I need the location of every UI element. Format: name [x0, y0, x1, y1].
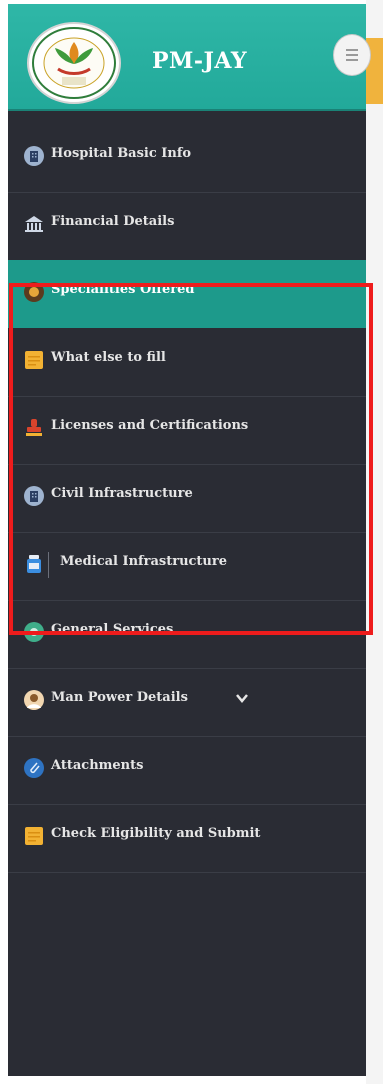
chevron-down-icon[interactable]	[235, 691, 249, 705]
stamp-icon	[26, 419, 42, 436]
sidebar-item-label: Civil Infrastructure	[51, 486, 193, 501]
sidebar-item-civil-infrastructure[interactable]: Civil Infrastructure	[8, 464, 366, 533]
services-icon	[24, 622, 44, 642]
medicine-bottle-icon	[27, 555, 41, 573]
divider	[48, 552, 49, 578]
sidebar-item-label: Check Eligibility and Submit	[51, 826, 261, 841]
app-title: PM-JAY	[152, 48, 248, 74]
sidebar-item-label: Licenses and Certifications	[51, 418, 249, 433]
sidebar-item-attachments[interactable]: Attachments	[8, 736, 366, 805]
paperclip-icon	[24, 758, 44, 778]
bank-icon	[25, 216, 43, 232]
doctor-avatar-icon	[24, 690, 44, 710]
menu-toggle-button[interactable]	[333, 34, 371, 76]
sidebar-item-licenses-and-certifications[interactable]: Licenses and Certifications	[8, 396, 366, 465]
sidebar-header: PM-JAY	[8, 4, 366, 111]
pmjay-logo	[27, 22, 121, 104]
sidebar-item-label: What else to fill	[51, 350, 166, 365]
sidebar-item-label: Specialities Offered	[51, 282, 195, 297]
sidebar-item-hospital-basic-info[interactable]: Hospital Basic Info	[8, 124, 366, 193]
building-icon	[24, 486, 44, 506]
sidebar-item-label: Hospital Basic Info	[51, 146, 192, 161]
sidebar-item-medical-infrastructure[interactable]: Medical Infrastructure	[8, 532, 366, 601]
sidebar: PM-JAY Hospital Basic Info Financial Det…	[8, 4, 366, 1076]
page-content-edge	[366, 0, 383, 1084]
sidebar-item-financial-details[interactable]: Financial Details	[8, 192, 366, 261]
sidebar-item-label: Attachments	[51, 758, 144, 773]
sidebar-item-label: Financial Details	[51, 214, 175, 229]
sidebar-item-general-services[interactable]: General Services	[8, 600, 366, 669]
specialities-icon	[24, 282, 44, 302]
sidebar-item-specialities-offered[interactable]: Specialities Offered	[8, 260, 366, 328]
page: PM-JAY Hospital Basic Info Financial Det…	[0, 0, 383, 1084]
sidebar-item-label: General Services	[51, 622, 174, 637]
building-icon	[24, 146, 44, 166]
notepad-icon	[25, 827, 43, 845]
sidebar-item-check-eligibility-and-submit[interactable]: Check Eligibility and Submit	[8, 804, 366, 873]
sidebar-item-man-power-details[interactable]: Man Power Details	[8, 668, 366, 737]
sidebar-item-label: Man Power Details	[51, 690, 188, 705]
sidebar-item-label: Medical Infrastructure	[60, 554, 228, 569]
sidebar-item-what-else-to-fill[interactable]: What else to fill	[8, 328, 366, 397]
notepad-icon	[25, 351, 43, 369]
